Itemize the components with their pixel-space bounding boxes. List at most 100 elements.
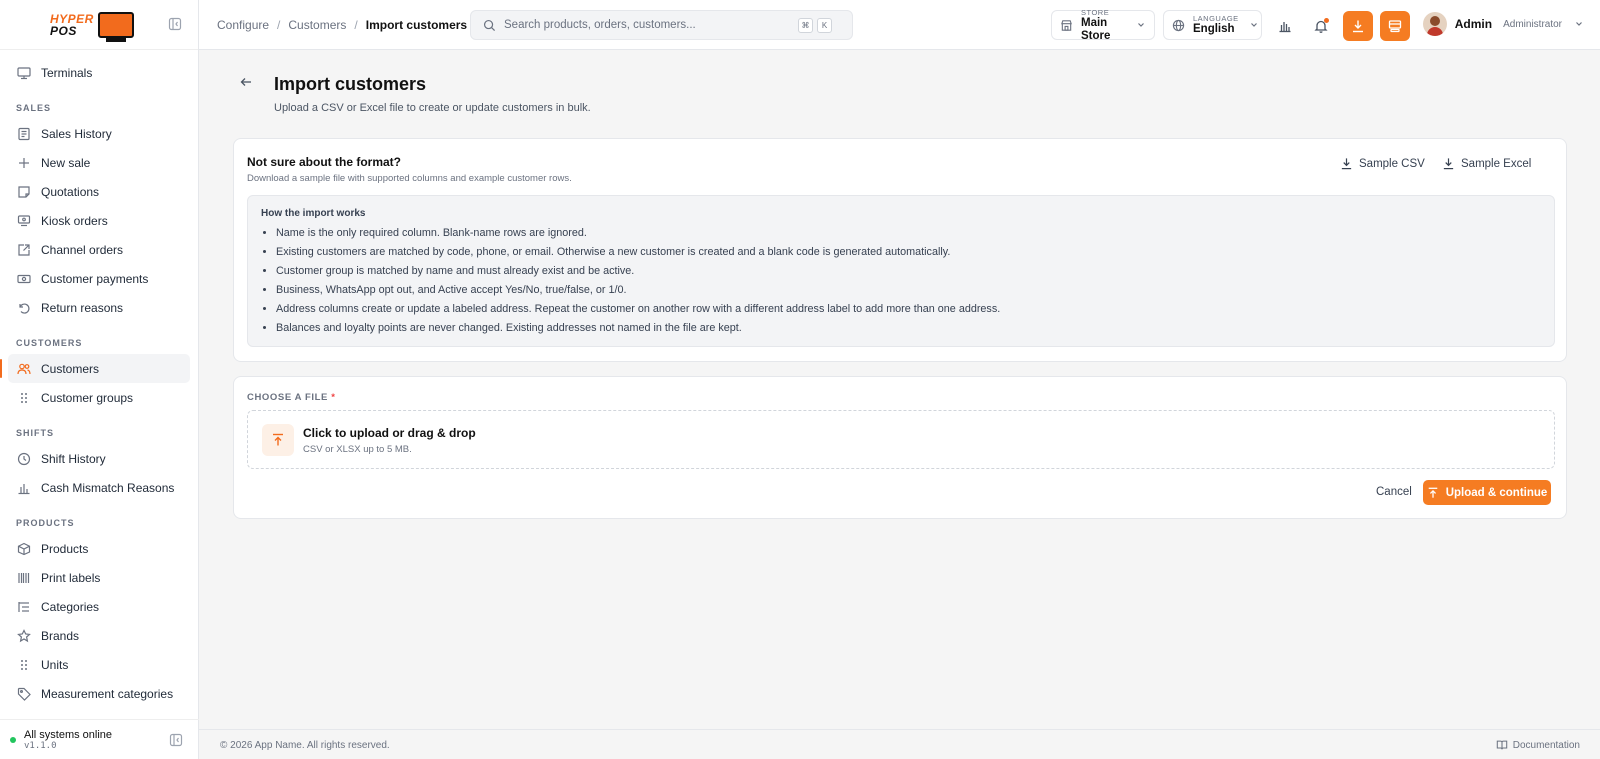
- bar-chart-icon: [17, 481, 31, 495]
- sidebar-item-kiosk-orders[interactable]: Kiosk orders: [8, 206, 190, 235]
- sidebar-item-label: Customer groups: [41, 390, 134, 405]
- note-icon: [17, 185, 31, 199]
- import-rule: Customer group is matched by name and mu…: [276, 262, 1541, 281]
- user-menu[interactable]: Admin Administrator: [1422, 12, 1584, 36]
- chevron-down-icon: [1249, 20, 1259, 30]
- sidebar-item-label: Units: [41, 657, 69, 672]
- sidebar-item-label: Quotations: [41, 184, 100, 199]
- sidebar-item-new-sale[interactable]: New sale: [8, 148, 190, 177]
- sidebar-item-label: Shift History: [41, 451, 106, 466]
- sidebar-item-label: Print labels: [41, 570, 101, 585]
- grip-icon: [17, 658, 31, 672]
- import-rules-list: Name is the only required column. Blank-…: [261, 224, 1541, 338]
- logo[interactable]: HYPER POS: [50, 11, 134, 42]
- breadcrumb-separator: /: [354, 18, 358, 32]
- store-selector[interactable]: STORE Main Store: [1051, 8, 1155, 42]
- store-value: Main Store: [1081, 16, 1111, 42]
- collapse-sidebar-icon[interactable]: [168, 17, 182, 31]
- notifications-button[interactable]: [1306, 11, 1336, 41]
- sidebar-item-units[interactable]: Units: [8, 650, 190, 679]
- sample-csv-label: Sample CSV: [1359, 157, 1425, 170]
- page-subtitle: Upload a CSV or Excel file to create or …: [274, 102, 591, 114]
- globe-icon: [1172, 19, 1185, 32]
- sidebar-item-print-labels[interactable]: Print labels: [8, 563, 190, 592]
- sidebar-item-measurement-categories[interactable]: Measurement categories: [8, 679, 190, 708]
- sidebar-item-brands[interactable]: Brands: [8, 621, 190, 650]
- receipt-icon: [17, 127, 31, 141]
- sidebar-item-shift-history[interactable]: Shift History: [8, 444, 190, 473]
- section-title-sales: SALES: [16, 103, 52, 113]
- sidebar-item-cash-mismatch-reasons[interactable]: Cash Mismatch Reasons: [8, 473, 190, 502]
- file-dropzone[interactable]: Click to upload or drag & drop CSV or XL…: [247, 410, 1555, 469]
- format-help-title: Not sure about the format?: [247, 155, 402, 169]
- tag-icon: [17, 687, 31, 701]
- collapse-sidebar-icon[interactable]: [169, 733, 183, 747]
- breadcrumb-customers[interactable]: Customers: [288, 18, 346, 32]
- file-field-label-text: CHOOSE A FILE: [247, 392, 328, 403]
- main-content: Import customers Upload a CSV or Excel f…: [199, 50, 1600, 729]
- search-icon: [483, 19, 496, 32]
- section-title-shifts: SHIFTS: [16, 428, 55, 438]
- section-title-customers: CUSTOMERS: [16, 338, 83, 348]
- sample-excel-button[interactable]: Sample Excel: [1442, 157, 1531, 170]
- breadcrumb-configure[interactable]: Configure: [217, 18, 269, 32]
- import-rule: Existing customers are matched by code, …: [276, 243, 1541, 262]
- upload-continue-button[interactable]: Upload & continue: [1423, 480, 1551, 505]
- copyright: © 2026 App Name. All rights reserved.: [220, 740, 390, 751]
- history-icon: [17, 452, 31, 466]
- reports-button[interactable]: [1270, 11, 1300, 41]
- dropzone-title: Click to upload or drag & drop: [303, 426, 476, 440]
- search-input[interactable]: [504, 19, 794, 31]
- page-footer: © 2026 App Name. All rights reserved. Do…: [199, 729, 1600, 759]
- sidebar-item-quotations[interactable]: Quotations: [8, 177, 190, 206]
- sidebar-item-terminals[interactable]: Terminals: [8, 58, 190, 87]
- box-icon: [17, 542, 31, 556]
- sample-csv-button[interactable]: Sample CSV: [1340, 157, 1425, 170]
- list-tree-icon: [17, 600, 31, 614]
- sidebar-item-label: Brands: [41, 628, 80, 643]
- download-icon: [1351, 19, 1365, 33]
- system-status: All systems online v1.1.0: [0, 719, 199, 759]
- sidebar-item-customers[interactable]: Customers: [0, 354, 190, 383]
- format-help-card: Not sure about the format? Download a sa…: [233, 138, 1567, 362]
- file-field-label: CHOOSE A FILE *: [247, 392, 336, 403]
- sidebar-item-label: Categories: [41, 599, 100, 614]
- back-button[interactable]: [239, 75, 253, 89]
- sidebar-item-categories[interactable]: Categories: [8, 592, 190, 621]
- kiosk-icon: [17, 214, 31, 228]
- section-title-products: PRODUCTS: [16, 518, 75, 528]
- import-rule: Address columns create or update a label…: [276, 300, 1541, 319]
- system-status-text: All systems online: [24, 728, 113, 741]
- sidebar-item-label: Cash Mismatch Reasons: [41, 480, 175, 495]
- sidebar-item-sales-history[interactable]: Sales History: [8, 119, 190, 148]
- chevron-down-icon: [1574, 19, 1584, 29]
- sidebar-item-label: Terminals: [41, 65, 93, 80]
- global-search[interactable]: ⌘ K: [470, 10, 853, 40]
- documentation-link[interactable]: Documentation: [1496, 739, 1580, 751]
- import-rule: Name is the only required column. Blank-…: [276, 224, 1541, 243]
- status-dot: [10, 736, 16, 743]
- sidebar-item-customer-groups[interactable]: Customer groups: [8, 383, 190, 412]
- barcode-icon: [17, 571, 31, 585]
- language-selector[interactable]: LANGUAGE English: [1163, 10, 1262, 40]
- sidebar-item-customer-payments[interactable]: Customer payments: [8, 264, 190, 293]
- sample-excel-label: Sample Excel: [1461, 157, 1532, 170]
- bar-chart-icon: [1278, 19, 1292, 33]
- sidebar: HYPER POS Terminals SALES Sales History …: [0, 0, 199, 759]
- import-rules-title: How the import works: [261, 208, 366, 219]
- cancel-button[interactable]: Cancel: [1376, 486, 1412, 498]
- sidebar-item-products[interactable]: Products: [8, 534, 190, 563]
- download-button[interactable]: [1343, 11, 1373, 41]
- topbar: Configure / Customers / Import customers…: [199, 0, 1600, 50]
- sidebar-item-return-reasons[interactable]: Return reasons: [8, 293, 190, 322]
- sidebar-item-label: Products: [41, 541, 89, 556]
- language-label: LANGUAGE: [1193, 14, 1239, 23]
- language-value: English: [1193, 23, 1235, 35]
- sidebar-item-label: Channel orders: [41, 242, 124, 257]
- arrow-left-icon: [239, 75, 253, 89]
- sidebar-item-channel-orders[interactable]: Channel orders: [8, 235, 190, 264]
- pos-register-button[interactable]: [1380, 11, 1410, 41]
- sidebar-item-label: Sales History: [41, 126, 112, 141]
- sidebar-header: HYPER POS: [0, 0, 198, 50]
- grip-icon: [17, 391, 31, 405]
